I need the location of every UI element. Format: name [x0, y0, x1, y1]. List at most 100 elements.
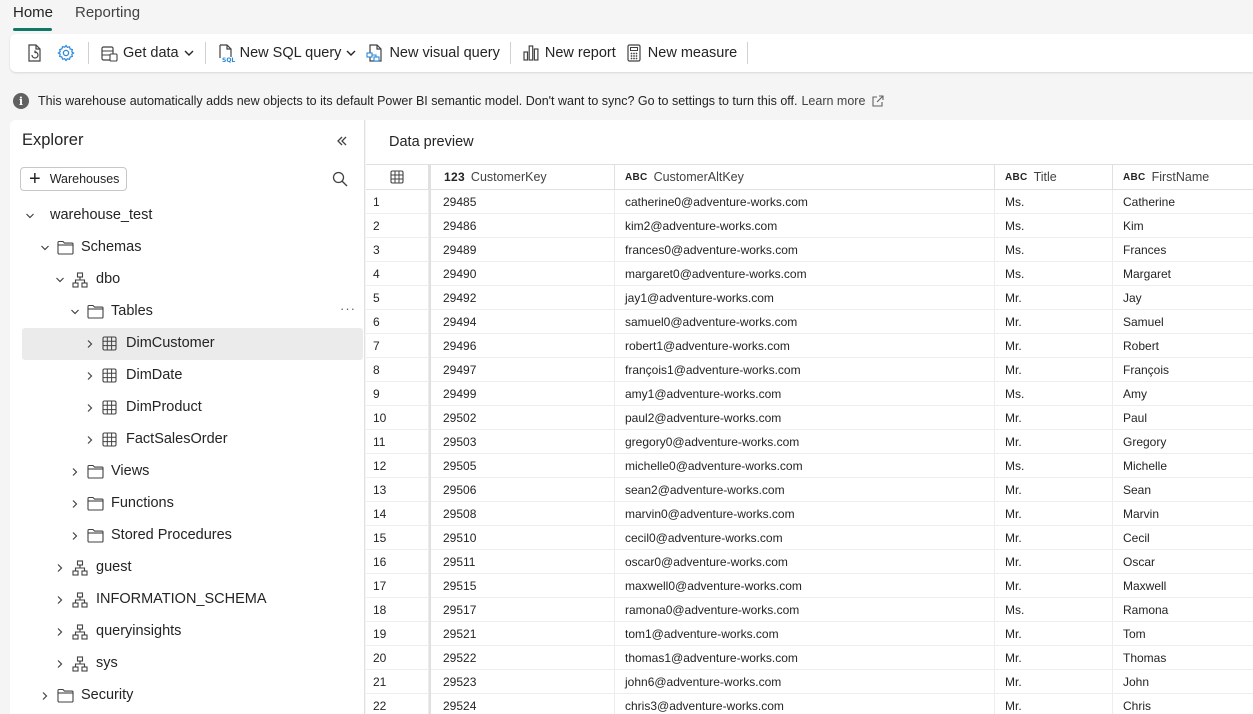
table-row[interactable]: 15 29510 cecil0@adventure-works.com Mr. Ceci…	[366, 526, 1253, 550]
chevron-down-icon[interactable]	[70, 307, 80, 317]
table-row[interactable]: 7 29496 robert1@adventure-works.com Mr. Robe…	[366, 334, 1253, 358]
firstname-cell[interactable]: Sean	[1113, 478, 1253, 502]
customeraltkey-cell[interactable]: thomas1@adventure-works.com	[615, 646, 995, 670]
settings-button[interactable]	[50, 38, 82, 68]
customeraltkey-cell[interactable]: marvin0@adventure-works.com	[615, 502, 995, 526]
tab-home[interactable]: Home	[13, 4, 53, 21]
firstname-cell[interactable]: John	[1113, 670, 1253, 694]
customeraltkey-cell[interactable]: chris3@adventure-works.com	[615, 694, 995, 714]
row-number-cell[interactable]: 4	[366, 262, 429, 286]
firstname-cell[interactable]: Catherine	[1113, 190, 1253, 214]
chevron-right-icon[interactable]	[70, 499, 80, 509]
row-number-cell[interactable]: 13	[366, 478, 429, 502]
row-number-cell[interactable]: 10	[366, 406, 429, 430]
customeraltkey-cell[interactable]: tom1@adventure-works.com	[615, 622, 995, 646]
customeraltkey-cell[interactable]: oscar0@adventure-works.com	[615, 550, 995, 574]
customeraltkey-cell[interactable]: sean2@adventure-works.com	[615, 478, 995, 502]
column-header-firstname[interactable]: ABC FirstName	[1113, 165, 1253, 189]
title-cell[interactable]: Mr.	[995, 406, 1113, 430]
firstname-cell[interactable]: Samuel	[1113, 310, 1253, 334]
chevron-right-icon[interactable]	[85, 371, 95, 381]
select-all-grid-icon[interactable]	[366, 165, 429, 189]
external-link-icon[interactable]	[871, 94, 884, 108]
row-number-cell[interactable]: 20	[366, 646, 429, 670]
new-report-button[interactable]: New report	[517, 38, 620, 68]
chevron-right-icon[interactable]	[85, 435, 95, 445]
row-number-cell[interactable]: 6	[366, 310, 429, 334]
firstname-cell[interactable]: Thomas	[1113, 646, 1253, 670]
tree-item-schemas[interactable]: Schemas	[10, 232, 363, 264]
table-row[interactable]: 8 29497 françois1@adventure-works.com Mr. Fr…	[366, 358, 1253, 382]
customerkey-cell[interactable]: 29515	[429, 574, 615, 598]
customerkey-cell[interactable]: 29522	[429, 646, 615, 670]
title-cell[interactable]: Mr.	[995, 694, 1113, 714]
tree-item-warehouse-test[interactable]: warehouse_test	[10, 200, 363, 232]
search-icon[interactable]	[332, 171, 348, 187]
tree-item-guest[interactable]: guest	[10, 552, 363, 584]
row-number-cell[interactable]: 18	[366, 598, 429, 622]
row-number-cell[interactable]: 7	[366, 334, 429, 358]
title-cell[interactable]: Ms.	[995, 598, 1113, 622]
customerkey-cell[interactable]: 29503	[429, 430, 615, 454]
row-number-cell[interactable]: 22	[366, 694, 429, 714]
chevron-down-icon[interactable]	[55, 275, 65, 285]
firstname-cell[interactable]: Paul	[1113, 406, 1253, 430]
table-row[interactable]: 17 29515 maxwell0@adventure-works.com Mr. Ma…	[366, 574, 1253, 598]
customeraltkey-cell[interactable]: kim2@adventure-works.com	[615, 214, 995, 238]
table-row[interactable]: 10 29502 paul2@adventure-works.com Mr. Paul	[366, 406, 1253, 430]
collapse-panel-icon[interactable]	[336, 135, 348, 147]
customerkey-cell[interactable]: 29502	[429, 406, 615, 430]
customeraltkey-cell[interactable]: amy1@adventure-works.com	[615, 382, 995, 406]
title-cell[interactable]: Ms.	[995, 262, 1113, 286]
firstname-cell[interactable]: Michelle	[1113, 454, 1253, 478]
customeraltkey-cell[interactable]: margaret0@adventure-works.com	[615, 262, 995, 286]
tree-item-sys[interactable]: sys	[10, 648, 363, 680]
table-row[interactable]: 9 29499 amy1@adventure-works.com Ms. Amy	[366, 382, 1253, 406]
title-cell[interactable]: Ms.	[995, 214, 1113, 238]
table-row[interactable]: 20 29522 thomas1@adventure-works.com Mr. Tho…	[366, 646, 1253, 670]
customerkey-cell[interactable]: 29496	[429, 334, 615, 358]
firstname-cell[interactable]: Frances	[1113, 238, 1253, 262]
customerkey-cell[interactable]: 29508	[429, 502, 615, 526]
firstname-cell[interactable]: Cecil	[1113, 526, 1253, 550]
firstname-cell[interactable]: François	[1113, 358, 1253, 382]
customerkey-cell[interactable]: 29523	[429, 670, 615, 694]
customerkey-cell[interactable]: 29492	[429, 286, 615, 310]
new-sql-query-button[interactable]: SQL New SQL query	[212, 38, 362, 68]
customerkey-cell[interactable]: 29506	[429, 478, 615, 502]
tree-item-dimproduct[interactable]: DimProduct	[10, 392, 363, 424]
chevron-right-icon[interactable]	[55, 627, 65, 637]
row-number-cell[interactable]: 21	[366, 670, 429, 694]
table-row[interactable]: 18 29517 ramona0@adventure-works.com Ms. Ram…	[366, 598, 1253, 622]
learn-more-link[interactable]: Learn more	[801, 94, 865, 108]
customerkey-cell[interactable]: 29499	[429, 382, 615, 406]
customeraltkey-cell[interactable]: gregory0@adventure-works.com	[615, 430, 995, 454]
title-cell[interactable]: Mr.	[995, 502, 1113, 526]
table-row[interactable]: 13 29506 sean2@adventure-works.com Mr. Sean	[366, 478, 1253, 502]
customerkey-cell[interactable]: 29494	[429, 310, 615, 334]
row-number-cell[interactable]: 5	[366, 286, 429, 310]
firstname-cell[interactable]: Ramona	[1113, 598, 1253, 622]
title-cell[interactable]: Mr.	[995, 334, 1113, 358]
table-row[interactable]: 2 29486 kim2@adventure-works.com Ms. Kim	[366, 214, 1253, 238]
row-number-cell[interactable]: 9	[366, 382, 429, 406]
chevron-right-icon[interactable]	[85, 339, 95, 349]
customerkey-cell[interactable]: 29486	[429, 214, 615, 238]
firstname-cell[interactable]: Marvin	[1113, 502, 1253, 526]
row-number-cell[interactable]: 19	[366, 622, 429, 646]
row-number-cell[interactable]: 11	[366, 430, 429, 454]
row-number-cell[interactable]: 12	[366, 454, 429, 478]
tree-item-functions[interactable]: Functions	[10, 488, 363, 520]
tree-item-security[interactable]: Security	[10, 680, 363, 712]
title-cell[interactable]: Ms.	[995, 190, 1113, 214]
table-row[interactable]: 19 29521 tom1@adventure-works.com Mr. Tom	[366, 622, 1253, 646]
row-number-cell[interactable]: 8	[366, 358, 429, 382]
column-header-title[interactable]: ABC Title	[995, 165, 1113, 189]
tree-item-dbo[interactable]: dbo	[10, 264, 363, 296]
row-number-cell[interactable]: 14	[366, 502, 429, 526]
customeraltkey-cell[interactable]: ramona0@adventure-works.com	[615, 598, 995, 622]
table-row[interactable]: 12 29505 michelle0@adventure-works.com Ms. M…	[366, 454, 1253, 478]
row-number-cell[interactable]: 16	[366, 550, 429, 574]
new-visual-query-button[interactable]: New visual query	[361, 38, 503, 68]
customerkey-cell[interactable]: 29517	[429, 598, 615, 622]
